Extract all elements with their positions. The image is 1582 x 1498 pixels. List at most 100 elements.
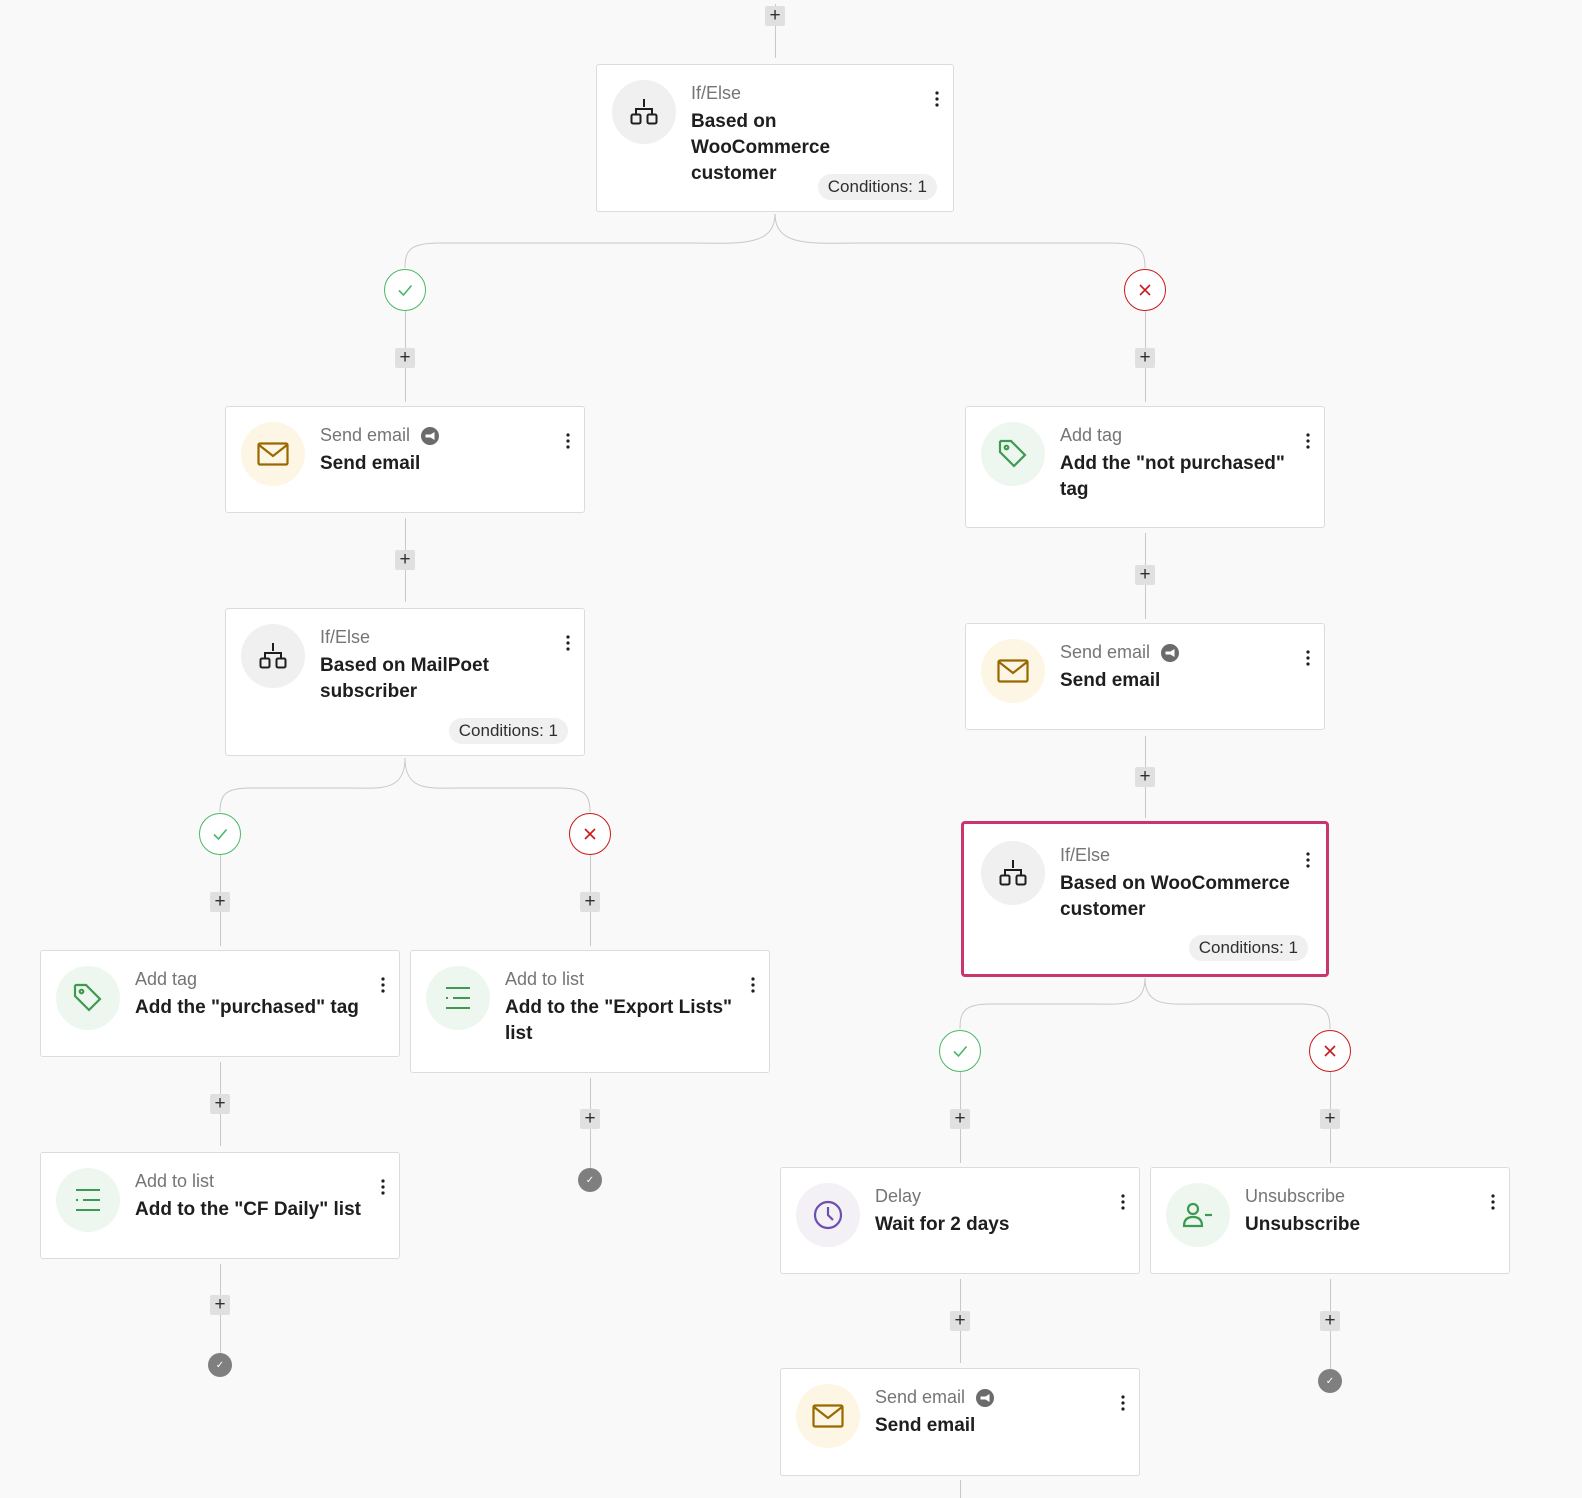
more-options-icon[interactable] — [375, 973, 391, 997]
step-card-add-to-list[interactable]: Add to list Add to the "Export Lists" li… — [410, 950, 770, 1073]
step-title: Add to the "CF Daily" list — [135, 1199, 361, 1220]
step-type-label: Add tag — [1060, 425, 1123, 445]
step-type-label: Send email — [875, 1387, 995, 1408]
list-icon — [446, 987, 470, 1009]
step-title: Unsubscribe — [1245, 1214, 1361, 1235]
more-options-icon[interactable] — [560, 429, 576, 453]
branch-connector — [404, 757, 591, 813]
more-options-icon[interactable] — [1300, 848, 1316, 872]
check-icon — [213, 828, 228, 841]
step-type-label: Unsubscribe — [1245, 1186, 1346, 1206]
branch-icon — [999, 860, 1027, 886]
step-type-label: If/Else — [1060, 845, 1111, 865]
step-card-send-email[interactable]: Send email Send email — [780, 1368, 1140, 1476]
envelope-icon — [257, 442, 289, 466]
step-card-ifelse-woocommerce[interactable]: If/Else Based on WooCommerce customer Co… — [596, 64, 954, 212]
add-step-button[interactable]: + — [395, 348, 415, 368]
add-step-button[interactable]: + — [950, 1109, 970, 1129]
add-step-button[interactable]: + — [395, 550, 415, 570]
envelope-icon — [812, 1404, 844, 1428]
step-title: Send email — [320, 453, 421, 474]
step-type-label: If/Else — [691, 83, 742, 103]
add-step-button[interactable]: + — [950, 1311, 970, 1331]
more-options-icon[interactable] — [1115, 1190, 1131, 1214]
step-icon-circle — [241, 422, 305, 486]
conditions-badge: Conditions: 1 — [448, 718, 568, 744]
clock-icon — [813, 1200, 843, 1230]
flow-end-marker: ✓ — [1318, 1369, 1342, 1393]
step-type-label: Send email — [320, 425, 440, 446]
step-title: Wait for 2 days — [875, 1214, 1010, 1235]
more-options-icon[interactable] — [745, 973, 761, 997]
tag-icon — [73, 983, 102, 1012]
add-step-button[interactable]: + — [210, 1094, 230, 1114]
add-step-button[interactable]: + — [210, 1295, 230, 1315]
step-icon-circle — [241, 624, 305, 688]
conditions-badge: Conditions: 1 — [1188, 935, 1308, 961]
step-title: Add the "purchased" tag — [135, 997, 359, 1018]
add-step-button[interactable]: + — [1135, 767, 1155, 787]
step-icon-circle — [796, 1384, 860, 1448]
branch-connector — [404, 213, 776, 269]
step-icon-circle — [56, 966, 120, 1030]
more-options-icon[interactable] — [1485, 1190, 1501, 1214]
add-step-button[interactable]: + — [210, 892, 230, 912]
more-options-icon[interactable] — [1300, 429, 1316, 453]
add-step-button[interactable]: + — [1320, 1109, 1340, 1129]
premium-icon — [1161, 643, 1180, 662]
step-icon-circle — [426, 966, 490, 1030]
add-step-button[interactable]: + — [580, 1109, 600, 1129]
more-options-icon[interactable] — [929, 87, 945, 111]
step-card-unsubscribe[interactable]: Unsubscribe Unsubscribe — [1150, 1167, 1510, 1274]
tag-icon — [998, 439, 1027, 468]
step-card-send-email[interactable]: Send email Send email — [965, 623, 1325, 730]
close-icon — [1324, 1045, 1336, 1057]
add-step-button[interactable]: + — [1320, 1311, 1340, 1331]
step-icon-circle — [796, 1183, 860, 1247]
step-title: Based on WooCommerce customer — [1060, 873, 1290, 920]
more-options-icon[interactable] — [375, 1175, 391, 1199]
step-card-ifelse-mailpoet[interactable]: If/Else Based on MailPoet subscriber Con… — [225, 608, 585, 756]
more-options-icon[interactable] — [560, 631, 576, 655]
step-title: Send email — [875, 1415, 976, 1436]
user-minus-icon — [1182, 1202, 1212, 1228]
step-icon-circle — [56, 1168, 120, 1232]
check-icon — [953, 1045, 968, 1058]
step-type-label: Add to list — [505, 969, 585, 989]
step-card-ifelse-woocommerce-selected[interactable]: If/Else Based on WooCommerce customer Co… — [961, 821, 1329, 977]
close-icon — [584, 828, 596, 840]
branch-connector — [219, 757, 406, 813]
connector-line — [960, 1480, 961, 1498]
add-step-button[interactable]: + — [1135, 565, 1155, 585]
branch-connector — [959, 977, 1146, 1030]
step-icon-circle — [981, 639, 1045, 703]
step-title: Add the "not purchased" tag — [1060, 453, 1285, 500]
step-title: Add to the "Export Lists" list — [505, 997, 733, 1044]
step-icon-circle — [612, 80, 676, 144]
flow-end-marker: ✓ — [578, 1168, 602, 1192]
step-card-add-tag[interactable]: Add tag Add the "not purchased" tag — [965, 406, 1325, 528]
step-card-delay[interactable]: Delay Wait for 2 days — [780, 1167, 1140, 1274]
add-step-button[interactable]: + — [580, 892, 600, 912]
premium-icon — [421, 426, 440, 445]
branch-icon — [259, 643, 287, 669]
step-card-send-email[interactable]: Send email Send email — [225, 406, 585, 513]
step-type-label: Add tag — [135, 969, 198, 989]
step-card-add-tag[interactable]: Add tag Add the "purchased" tag — [40, 950, 400, 1057]
more-options-icon[interactable] — [1300, 646, 1316, 670]
step-type-label: If/Else — [320, 627, 371, 647]
step-type-label: Add to list — [135, 1171, 215, 1191]
add-step-button[interactable]: + — [1135, 348, 1155, 368]
add-step-button[interactable]: + — [765, 6, 785, 26]
step-title: Based on MailPoet subscriber — [320, 655, 489, 702]
yes-branch-marker — [199, 813, 241, 855]
step-title: Send email — [1060, 670, 1161, 691]
premium-icon — [976, 1388, 995, 1407]
more-options-icon[interactable] — [1115, 1391, 1131, 1415]
step-card-add-to-list[interactable]: Add to list Add to the "CF Daily" list — [40, 1152, 400, 1259]
close-icon — [1139, 284, 1151, 296]
no-branch-marker — [1309, 1030, 1351, 1072]
list-icon — [76, 1189, 100, 1211]
check-icon — [398, 284, 413, 297]
step-icon-circle — [981, 841, 1045, 905]
